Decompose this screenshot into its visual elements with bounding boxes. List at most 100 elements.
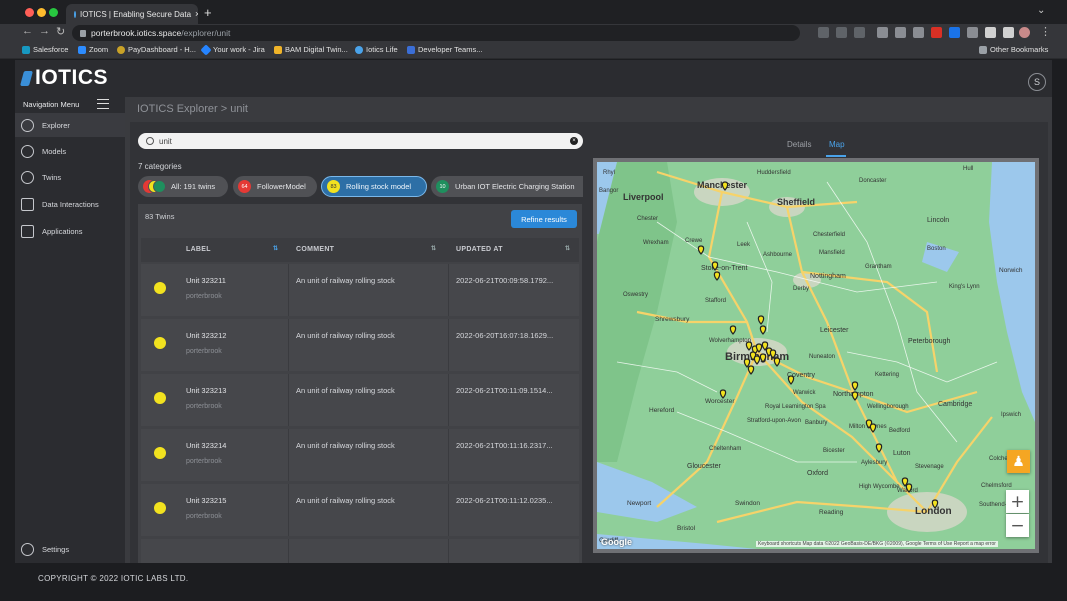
sort-icon[interactable]: ⇅ [431, 245, 436, 252]
bookmark-zoom[interactable]: Zoom [78, 45, 108, 54]
sidebar-item-data-interactions[interactable]: Data Interactions [15, 192, 125, 216]
tab-details[interactable]: Details [787, 140, 811, 149]
column-header-label[interactable]: LABEL [186, 246, 211, 253]
extension-icon[interactable] [931, 27, 942, 38]
sort-icon[interactable]: ⇅ [565, 245, 570, 252]
maximize-window-button[interactable] [49, 8, 58, 17]
address-bar[interactable]: porterbrook.iotics.space/explorer/unit [72, 25, 800, 41]
category-chip-urban-iot[interactable]: 10 Urban IOT Electric Charging Station [431, 176, 583, 197]
map-city-label: Shrewsbury [655, 316, 690, 323]
extension-icon[interactable] [913, 27, 924, 38]
sidebar-item-applications[interactable]: Applications [15, 219, 125, 243]
map-city-label: Leicester [820, 327, 849, 334]
sidebar-icon[interactable] [1003, 27, 1014, 38]
tab-favicon-icon [74, 10, 76, 18]
map-city-label: Hull [963, 166, 973, 172]
map-city-label: Oxford [807, 470, 828, 477]
sidebar-item-models[interactable]: Models [15, 139, 125, 163]
reload-icon[interactable]: ↻ [56, 25, 65, 38]
category-chip-follower-model[interactable]: 64 FollowerModel [233, 176, 317, 197]
column-header-comment[interactable]: COMMENT [296, 246, 334, 253]
user-avatar[interactable]: S [1028, 73, 1046, 91]
twin-updated-at: 2022-06-21T00:09:58.1792... [456, 276, 554, 285]
refine-results-button[interactable]: Refine results [511, 210, 577, 228]
app-header [15, 60, 1052, 97]
zoom-out-button[interactable]: − [1006, 514, 1029, 537]
bookmark-iotics-life[interactable]: Iotics Life [355, 45, 398, 54]
sidebar-item-settings[interactable]: Settings [15, 537, 125, 561]
map-canvas[interactable]: Manchester Liverpool Sheffield Stoke-on-… [597, 162, 1035, 549]
search-input[interactable] [159, 136, 559, 146]
extension-icon[interactable] [967, 27, 978, 38]
twin-comment: An unit of railway rolling stock [296, 276, 395, 285]
search-icon [146, 137, 154, 145]
extension-icon[interactable] [877, 27, 888, 38]
hamburger-menu-icon[interactable] [97, 99, 109, 109]
map-city-label: Derby [793, 286, 809, 292]
count-badge: 64 [238, 180, 251, 193]
twin-comment: An unit of railway rolling stock [296, 441, 395, 450]
star-icon[interactable] [854, 27, 865, 38]
map-city-label: Aylesbury [861, 460, 887, 466]
map-city-label: Peterborough [908, 338, 951, 345]
map-city-label: Sheffield [777, 197, 815, 207]
map-view[interactable]: Manchester Liverpool Sheffield Stoke-on-… [597, 162, 1035, 549]
extension-icon[interactable] [949, 27, 960, 38]
column-header-updated-at[interactable]: UPDATED AT [456, 246, 503, 253]
tab-map[interactable]: Map [829, 140, 845, 149]
table-row[interactable] [141, 539, 579, 563]
other-bookmarks[interactable]: Other Bookmarks [979, 45, 1048, 54]
category-chip-rolling-stock-model[interactable]: 83 Rolling stock model [321, 176, 427, 197]
twin-comment: An unit of railway rolling stock [296, 331, 395, 340]
zoom-in-button[interactable]: + [1006, 490, 1029, 513]
map-attribution[interactable]: Keyboard shortcuts Map data ©2022 GeoBas… [756, 541, 998, 547]
teams-icon [407, 45, 415, 54]
map-city-label: Stevenage [915, 464, 944, 470]
street-view-pegman-icon[interactable]: ♟ [1007, 450, 1030, 473]
extension-icon[interactable] [895, 27, 906, 38]
browser-tab[interactable]: IOTICS | Enabling Secure Data × [66, 4, 198, 24]
more-menu-icon[interactable]: ⋮ [1040, 25, 1051, 38]
clear-search-icon[interactable]: × [570, 137, 578, 145]
bookmark-paydashboard[interactable]: PayDashboard - H... [117, 45, 196, 54]
table-row[interactable]: Unit 323215 porterbrook An unit of railw… [141, 484, 579, 536]
map-city-label: Wrexham [643, 240, 669, 246]
new-tab-button[interactable]: + [204, 5, 212, 20]
profile-icon[interactable] [1019, 27, 1030, 38]
close-window-button[interactable] [25, 8, 34, 17]
tab-close-icon[interactable]: × [195, 9, 198, 19]
search-bar[interactable]: × [138, 133, 583, 149]
bookmark-bam[interactable]: BAM Digital Twin... [274, 45, 348, 54]
puzzle-icon[interactable] [985, 27, 996, 38]
twin-label: Unit 323214 [186, 441, 227, 450]
twin-updated-at: 2022-06-20T16:07:18.1629... [456, 331, 554, 340]
twin-comment: An unit of railway rolling stock [296, 496, 395, 505]
tab-search-chevron-icon[interactable]: ⌄ [1037, 5, 1045, 16]
status-dot [154, 282, 166, 294]
breadcrumb: IOTICS Explorer > unit [137, 103, 248, 115]
key-icon[interactable] [818, 27, 829, 38]
map-city-label: Bicester [823, 448, 845, 454]
count-badge: 83 [327, 180, 340, 193]
sort-icon[interactable]: ⇅ [273, 245, 278, 252]
bookmark-jira[interactable]: Your work - Jira [200, 43, 265, 56]
table-row[interactable]: Unit 323211 porterbrook An unit of railw… [141, 264, 579, 316]
minimize-window-button[interactable] [37, 8, 46, 17]
category-chip-all[interactable]: All: 191 twins [138, 176, 228, 197]
map-city-label: Norwich [999, 267, 1023, 274]
status-dot [154, 502, 166, 514]
table-row[interactable]: Unit 323212 porterbrook An unit of railw… [141, 319, 579, 371]
share-icon[interactable] [836, 27, 847, 38]
twin-label: Unit 323215 [186, 496, 227, 505]
sidebar-item-twins[interactable]: Twins [15, 165, 125, 189]
table-row[interactable]: Unit 323213 porterbrook An unit of railw… [141, 374, 579, 426]
forward-arrow-icon[interactable]: → [39, 25, 50, 37]
bookmark-developer-teams[interactable]: Developer Teams... [407, 45, 482, 54]
iotics-logo[interactable]: IOTICS [19, 66, 108, 90]
back-arrow-icon[interactable]: ← [22, 25, 33, 37]
bookmark-salesforce[interactable]: Salesforce [22, 45, 68, 54]
sidebar-item-explorer[interactable]: Explorer [15, 113, 125, 137]
apps-icon [21, 224, 34, 238]
table-row[interactable]: Unit 323214 porterbrook An unit of railw… [141, 429, 579, 481]
twin-updated-at: 2022-06-21T00:11:12.0235... [456, 496, 553, 505]
